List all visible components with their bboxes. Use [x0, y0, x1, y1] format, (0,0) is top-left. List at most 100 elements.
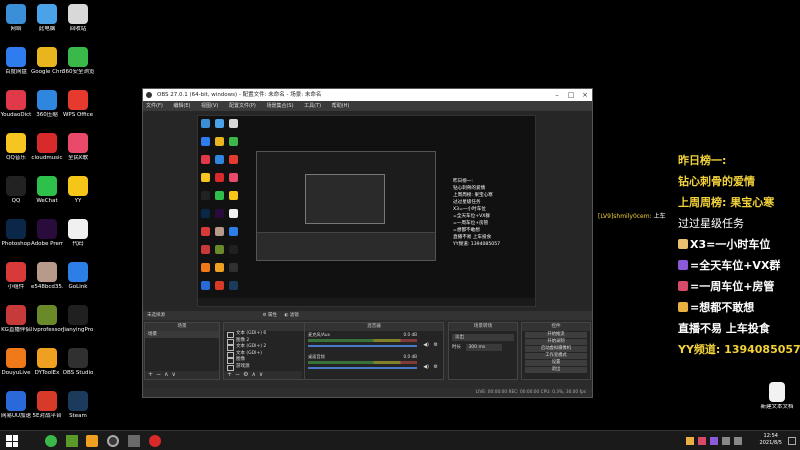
controls-dock-title: 控件	[522, 323, 590, 331]
speaker-icon[interactable]: ◀)	[423, 342, 429, 348]
desktop-file-text[interactable]: 新建文本文档	[760, 382, 794, 410]
desktop-icon[interactable]: livprofessor	[31, 305, 63, 333]
menu-file[interactable]: 文件(F)	[146, 103, 163, 109]
desktop-icon[interactable]: e548bcd35...	[31, 262, 63, 290]
settings-button[interactable]: 设置	[525, 359, 587, 366]
desktop-icon[interactable]: QQ音乐	[0, 133, 32, 161]
source-item[interactable]: 游戏源	[224, 364, 302, 370]
volume-slider[interactable]	[308, 367, 417, 369]
desktop-icon[interactable]: YY	[62, 176, 94, 204]
desktop-icon[interactable]: Steam	[62, 391, 94, 419]
desktop-icon[interactable]: 此电脑	[31, 4, 63, 32]
scene-item[interactable]: 场景	[145, 331, 219, 338]
gear-icon[interactable]: ⚙	[434, 364, 438, 370]
desktop-icon[interactable]: WPS Office	[62, 90, 94, 118]
move-down-icon[interactable]: ∨	[171, 371, 178, 378]
overlay-line: YY频道: 1394085057	[678, 343, 800, 356]
desktop-icon[interactable]: 360安全浏览器	[62, 47, 94, 75]
desktop-icon[interactable]: 网易UU加速	[0, 391, 32, 419]
network-icon[interactable]	[734, 437, 742, 445]
preview-canvas[interactable]: 昨日榜一: 钻心刺骨的爱情 上周周榜: 果宝心寒 过过星级任务 X3=一小时车位…	[197, 115, 536, 307]
speaker-icon[interactable]: ◀)	[423, 364, 429, 370]
chat-text: 上车	[653, 213, 666, 220]
maximize-icon[interactable]: □	[564, 89, 578, 101]
start-recording-button[interactable]: 开始录制	[525, 338, 587, 345]
move-down-icon[interactable]: ∨	[259, 371, 266, 378]
nested-obs-preview-inner	[305, 174, 385, 224]
desktop-icon[interactable]: DouyuLive	[0, 348, 32, 376]
close-icon[interactable]: ×	[578, 89, 592, 101]
desktop-icon[interactable]: 360压缩	[31, 90, 63, 118]
desktop-icon[interactable]: QQ	[0, 176, 32, 204]
menu-tools[interactable]: 工具(T)	[304, 103, 321, 109]
desktop-icon[interactable]: 百度网盘	[0, 47, 32, 75]
app-icon	[68, 133, 88, 153]
desktop-icon[interactable]: JianyingPro	[62, 305, 94, 333]
remove-scene-icon[interactable]: −	[156, 371, 164, 378]
app-taskbar-icon[interactable]	[86, 435, 98, 447]
folder-taskbar-icon[interactable]	[128, 435, 140, 447]
desktop-icon[interactable]: Photoshop	[0, 219, 32, 247]
add-source-icon[interactable]: +	[227, 371, 235, 378]
desktop-icon[interactable]: 回收站	[62, 4, 94, 32]
menu-help[interactable]: 帮助(H)	[332, 103, 350, 109]
menu-edit[interactable]: 编辑(E)	[173, 103, 190, 109]
obs-window[interactable]: OBS 27.0.1 (64-bit, windows) - 配置文件: 未命名…	[142, 88, 593, 398]
taskbar-clock[interactable]: 12:54 2021/8/5	[760, 433, 782, 447]
properties-button[interactable]: 属性	[268, 313, 277, 318]
source-item-label: 文本 (GDI+)	[236, 350, 262, 356]
filters-button[interactable]: 滤镜	[290, 313, 299, 318]
desktop-icon[interactable]: KG直播伴侣	[0, 305, 32, 333]
studio-mode-button[interactable]: 工作室模式	[525, 352, 587, 359]
desktop-icon[interactable]: 代码	[62, 219, 94, 247]
overlay-line-row: X3=一小时车位	[678, 234, 800, 255]
notification-icon[interactable]	[788, 437, 796, 445]
tray-icon[interactable]	[710, 437, 718, 445]
desktop-icon-label: livprofessor	[31, 327, 63, 333]
desktop-icon[interactable]: cloudmusic	[31, 133, 63, 161]
music-taskbar-icon[interactable]	[149, 435, 161, 447]
obs-preview-area[interactable]: 昨日榜一: 钻心刺骨的爱情 上周周榜: 果宝心寒 过过星级任务 X3=一小时车位…	[143, 111, 592, 311]
overlay-line: 直播不易 上车投食	[678, 322, 770, 335]
gear-icon[interactable]: ⚙	[434, 342, 438, 348]
obs-titlebar[interactable]: OBS 27.0.1 (64-bit, windows) - 配置文件: 未命名…	[143, 89, 592, 101]
desktop-icon[interactable]: OBS Studio	[62, 348, 94, 376]
desktop-icon[interactable]: 网络	[0, 4, 32, 32]
desktop-icon[interactable]: WeChat	[31, 176, 63, 204]
menu-view[interactable]: 视图(V)	[201, 103, 218, 109]
minimize-icon[interactable]: –	[550, 89, 564, 101]
source-item-label: 图像	[236, 357, 245, 362]
windows-start-icon[interactable]	[6, 435, 18, 447]
tray-icon[interactable]	[686, 437, 694, 445]
menu-scene-collection[interactable]: 场景集合(S)	[266, 103, 293, 109]
preview-mini-icon	[215, 191, 224, 200]
exit-button[interactable]: 退出	[525, 366, 587, 373]
obs-taskbar-icon[interactable]	[107, 435, 119, 447]
browser-taskbar-icon[interactable]	[45, 435, 57, 447]
remove-source-icon[interactable]: −	[235, 371, 243, 378]
desktop-icon[interactable]: GoLink	[62, 262, 94, 290]
gear-icon[interactable]: ⚙	[262, 313, 266, 318]
desktop-icon[interactable]: 5E对战平台	[31, 391, 63, 419]
preview-mini-icon	[201, 245, 210, 254]
app-icon	[6, 4, 26, 24]
volume-slider[interactable]	[308, 345, 417, 347]
start-streaming-button[interactable]: 开始推流	[525, 331, 587, 338]
volume-icon[interactable]	[722, 437, 730, 445]
duration-input[interactable]: 300 ms	[466, 344, 503, 351]
desktop-icon[interactable]: YoudaoDict	[0, 90, 32, 118]
transition-select[interactable]: 淡出	[452, 334, 514, 341]
desktop-icon[interactable]: 全民K歌	[62, 133, 94, 161]
desktop-icon[interactable]: Google Chrome	[31, 47, 63, 75]
filter-icon[interactable]: ◐	[284, 313, 288, 318]
start-virtual-camera-button[interactable]: 启动虚拟摄像机	[525, 345, 587, 352]
desktop-icon[interactable]: 小组件	[0, 262, 32, 290]
tray-icon[interactable]	[698, 437, 706, 445]
add-scene-icon[interactable]: +	[148, 371, 156, 378]
desktop-icon[interactable]: Adobe Premie...	[31, 219, 63, 247]
menu-profile[interactable]: 配置文件(P)	[229, 103, 256, 109]
move-up-icon[interactable]: ∧	[251, 371, 258, 378]
nvidia-taskbar-icon[interactable]	[66, 435, 78, 447]
desktop-icon[interactable]: DYToolEx	[31, 348, 63, 376]
gift-icon	[678, 281, 688, 291]
